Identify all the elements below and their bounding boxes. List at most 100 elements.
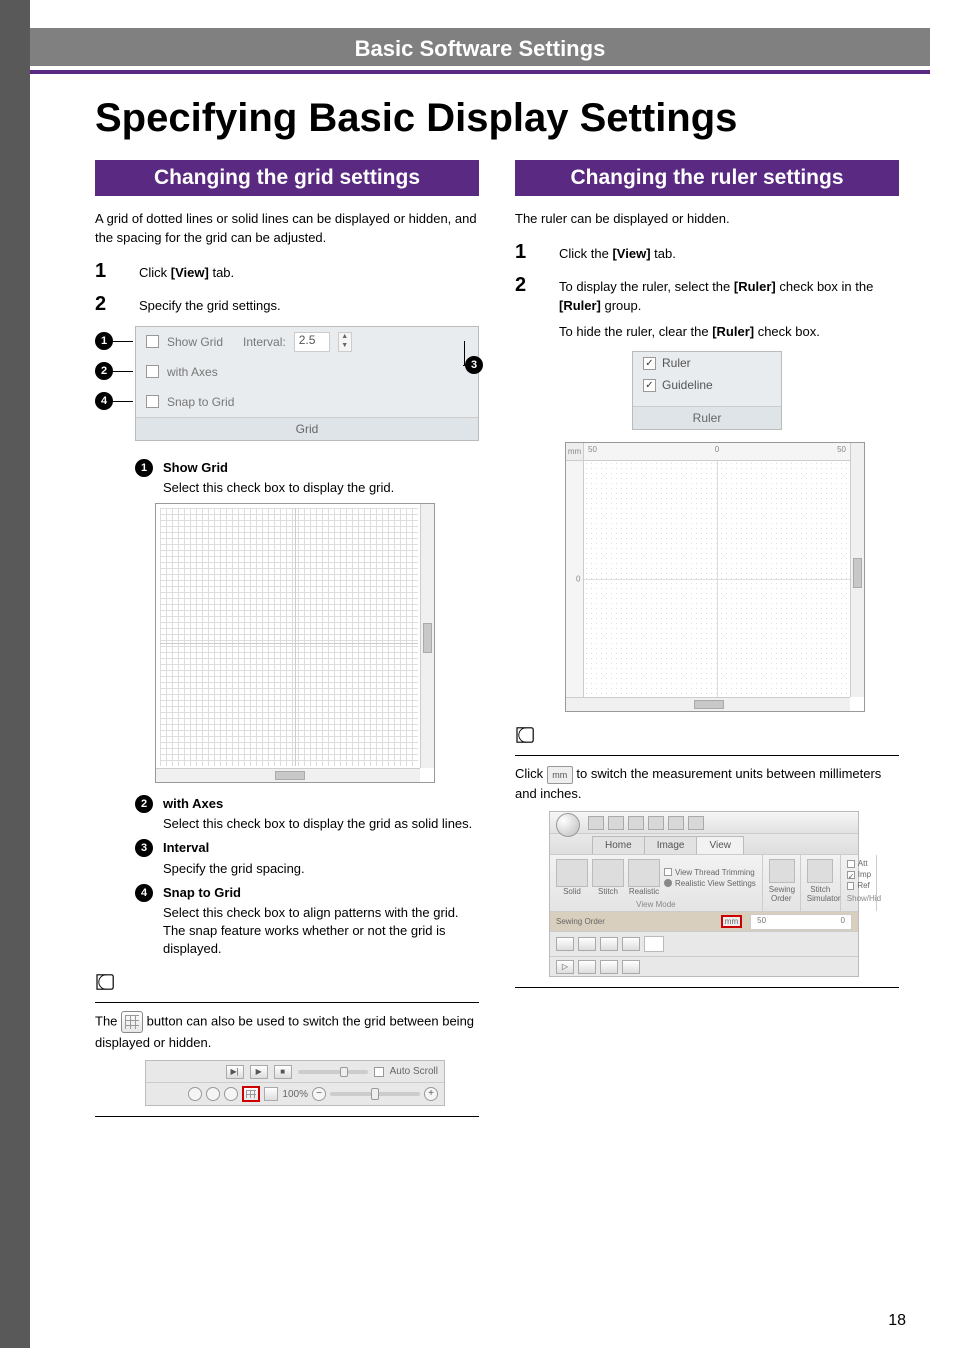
interval-input[interactable]: 2.5 [294,332,330,352]
design-area-figure: mm 50 0 50 0 [565,442,865,712]
stitch-label: Stitch [592,887,624,896]
zoom-out-icon[interactable]: − [312,1087,326,1101]
scroll-v-thumb[interactable] [423,623,432,653]
solid-button[interactable] [556,859,588,887]
tab-image[interactable]: Image [644,836,698,854]
guideline-checkbox[interactable]: ✓ [643,379,656,392]
grid-cross-h [160,643,418,644]
tb2-icon-3[interactable] [600,960,618,974]
tb2-lock-icon[interactable] [578,960,596,974]
qat-new-icon[interactable] [588,816,604,830]
item-interval: 3 Interval Specify the grid spacing. [135,839,479,877]
callout-3-line-h [463,365,469,366]
tb2-play-icon[interactable]: ▷ [556,960,574,974]
tb-icon-4[interactable] [622,937,640,951]
badge-4: 4 [135,884,153,902]
progress-slider[interactable] [298,1070,368,1074]
r2-2b: [Ruler] [712,324,754,339]
app-toolbar-2: ▷ [550,956,858,976]
qat-undo-icon[interactable] [668,816,684,830]
statusbar-row2: 100% − + [146,1083,444,1105]
left-gutter [0,0,30,1348]
play-icon[interactable]: ▶ [250,1065,268,1079]
vtt-option[interactable]: View Thread Trimming [664,868,756,877]
qat-save-icon[interactable] [628,816,644,830]
step-2-body: Specify the grid settings. [139,296,479,316]
app-ribbon: Solid Stitch Realistic View Thread Trimm… [550,854,858,912]
end-icon[interactable]: ▶| [226,1065,244,1079]
autoscroll-label: Auto Scroll [390,1066,438,1077]
callout-4-line [113,401,133,402]
zoom-value: 100% [282,1089,308,1100]
qat-redo-icon[interactable] [688,816,704,830]
rvs-option[interactable]: Realistic View Settings [664,879,756,888]
da-scroll-v-thumb[interactable] [853,558,862,588]
imp-cb[interactable]: ✓ [847,871,855,879]
qat-open-icon[interactable] [608,816,624,830]
show-grid-checkbox[interactable] [146,335,159,348]
sewing-order-title: Sewing Order [556,917,605,926]
tb2-pointer-icon[interactable] [622,960,640,974]
mini-round-2[interactable] [206,1087,220,1101]
imp-option[interactable]: ✓Imp [847,870,870,879]
tb-icon-2[interactable] [578,937,596,951]
att-option[interactable]: Att [847,859,870,868]
ruler-ribbon-figure: ✓ Ruler ✓ Guideline Ruler [632,351,782,430]
scroll-vertical[interactable] [420,504,434,768]
with-axes-checkbox[interactable] [146,365,159,378]
ref-option[interactable]: Ref [847,881,870,890]
stitch-button[interactable] [592,859,624,887]
note-rule-2-bottom [515,987,899,988]
ruler-vertical: 0 [566,461,584,697]
realistic-button[interactable] [628,859,660,887]
scroll-horizontal[interactable] [156,768,420,782]
ruler-checkbox[interactable]: ✓ [643,357,656,370]
interval-label: Interval: [243,335,286,349]
zoom-in-icon[interactable]: + [424,1087,438,1101]
rvs-icon [664,879,672,887]
mm-button[interactable]: mm [547,766,573,784]
grid-cross-v [295,508,296,766]
da-scroll-v[interactable] [850,443,864,697]
snap-checkbox[interactable] [146,395,159,408]
item4-label: Snap to Grid [163,885,241,900]
app-titlebar [550,812,858,834]
realistic-label: Realistic [628,887,660,896]
tb-icon-3[interactable] [600,937,618,951]
tb-icon-1[interactable] [556,937,574,951]
da-scroll-h-thumb[interactable] [694,700,724,709]
note-rule-bottom [95,1116,479,1117]
att-cb[interactable] [847,860,855,868]
mini-extra-icon[interactable] [264,1087,278,1101]
grid-toggle-hilite[interactable] [242,1086,260,1102]
vtt-checkbox[interactable] [664,868,672,876]
tab-view[interactable]: View [696,836,744,854]
item2-desc: Select this check box to display the gri… [163,815,472,833]
grid-toggle-icon[interactable] [121,1011,143,1033]
r-step-1-body: Click the [View] tab. [559,244,899,264]
ruler-row-spacer [633,396,781,406]
ruler-v-0: 0 [576,575,580,584]
tab-home[interactable]: Home [592,836,645,854]
scroll-h-thumb[interactable] [275,771,305,780]
zoom-slider[interactable] [330,1092,420,1096]
progress-knob[interactable] [340,1067,348,1077]
ruler-h-0: 0 [715,445,719,454]
qat-zoom-icon[interactable] [648,816,664,830]
zoom-knob[interactable] [371,1088,379,1100]
autoscroll-checkbox[interactable] [374,1067,384,1077]
simulator-button[interactable] [807,859,833,883]
interval-spinner[interactable]: ▲▼ [338,332,352,352]
mini-round-3[interactable] [224,1087,238,1101]
rvs-label: Realistic View Settings [675,879,756,888]
da-scroll-h[interactable] [566,697,850,711]
step-1-num: 1 [95,260,115,283]
ref-cb[interactable] [847,882,855,890]
ruler-corner[interactable]: mm [566,443,584,461]
app-orb-icon[interactable] [556,813,580,837]
mini-round-1[interactable] [188,1087,202,1101]
sewing-order-button[interactable] [769,859,795,883]
mm-hilite[interactable]: mm [721,915,742,928]
step-2-num: 2 [95,293,115,316]
stop-icon[interactable]: ■ [274,1065,292,1079]
